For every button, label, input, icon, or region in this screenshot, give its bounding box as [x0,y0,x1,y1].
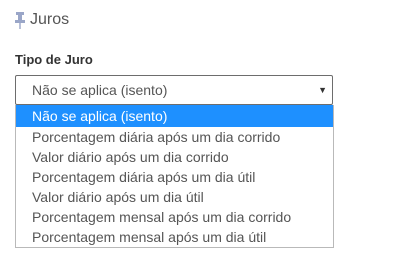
section-header: Juros [12,9,69,31]
select-option[interactable]: Não se aplica (isento) [16,105,333,127]
pushpin-icon [12,11,28,29]
select-option[interactable]: Porcentagem diária após um dia corrido [16,127,333,147]
field-label: Tipo de Juro [15,52,93,67]
select-options-list: Não se aplica (isento) Porcentagem diári… [15,105,334,248]
section-title: Juros [30,11,70,28]
select-option[interactable]: Porcentagem mensal após um dia útil [16,227,333,247]
interest-type-select[interactable]: Não se aplica (isento) ▼ [15,75,333,105]
select-option[interactable]: Valor diário após um dia corrido [16,147,333,167]
select-value: Não se aplica (isento) [32,82,168,98]
chevron-down-icon[interactable]: ▼ [318,85,327,95]
select-option[interactable]: Porcentagem diária após um dia útil [16,167,333,187]
select-option[interactable]: Valor diário após um dia útil [16,187,333,207]
select-option[interactable]: Porcentagem mensal após um dia corrido [16,207,333,227]
